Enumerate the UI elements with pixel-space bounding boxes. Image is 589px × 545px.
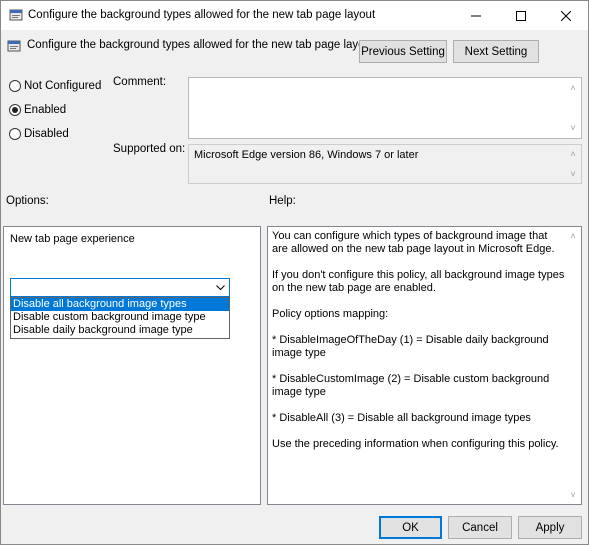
maximize-icon xyxy=(515,10,526,21)
policy-icon xyxy=(9,9,23,21)
help-scrollbar[interactable]: ˄ ˅ xyxy=(565,227,581,504)
help-pane: You can configure which types of backgro… xyxy=(267,226,582,505)
policy-title: Configure the background types allowed f… xyxy=(27,39,375,51)
minimize-button[interactable] xyxy=(453,1,498,30)
radio-disabled[interactable]: Disabled xyxy=(9,128,69,140)
help-header: Help: xyxy=(269,195,296,207)
scroll-down-icon[interactable]: ˅ xyxy=(565,166,581,182)
options-pane: New tab page experience Disable all back… xyxy=(3,226,261,505)
minimize-icon xyxy=(470,15,481,16)
radio-not-configured[interactable]: Not Configured xyxy=(9,80,101,92)
title-bar: Configure the background types allowed f… xyxy=(1,1,588,30)
radio-enabled[interactable]: Enabled xyxy=(9,104,66,116)
cancel-button[interactable]: Cancel xyxy=(448,516,512,539)
policy-dialog: Configure the background types allowed f… xyxy=(0,0,589,545)
help-text: You can configure which types of backgro… xyxy=(272,230,566,464)
scroll-down-icon[interactable]: ˅ xyxy=(565,120,581,136)
radio-label: Not Configured xyxy=(24,80,102,92)
dropdown-option-disable-custom[interactable]: Disable custom background image type xyxy=(11,311,229,324)
combobox-dropdown-list: Disable all background image types Disab… xyxy=(10,297,230,339)
help-paragraph: Policy options mapping: xyxy=(272,308,389,320)
help-paragraph: * DisableImageOfTheDay (1) = Disable dai… xyxy=(272,334,549,359)
help-paragraph: You can configure which types of backgro… xyxy=(272,230,555,255)
comment-textarea[interactable]: ˄ ˅ xyxy=(188,77,582,139)
close-button[interactable] xyxy=(543,1,588,30)
supported-on-value: Microsoft Edge version 86, Windows 7 or … xyxy=(194,149,419,161)
policy-icon xyxy=(7,40,21,52)
dropdown-option-disable-all[interactable]: Disable all background image types xyxy=(11,298,229,311)
scroll-up-icon[interactable]: ˄ xyxy=(565,228,581,244)
radio-label: Enabled xyxy=(24,104,67,116)
supported-on-label: Supported on: xyxy=(113,143,186,155)
options-header: Options: xyxy=(6,195,49,207)
supported-scrollbar[interactable]: ˄ ˅ xyxy=(565,145,581,183)
comment-scrollbar[interactable]: ˄ ˅ xyxy=(565,78,581,138)
comment-label: Comment: xyxy=(113,76,167,88)
apply-button[interactable]: Apply xyxy=(518,516,582,539)
dropdown-option-disable-daily[interactable]: Disable daily background image type xyxy=(11,324,229,337)
chevron-down-icon[interactable] xyxy=(212,279,229,296)
previous-setting-button[interactable]: Previous Setting xyxy=(359,40,447,63)
supported-on-field: Microsoft Edge version 86, Windows 7 or … xyxy=(188,144,582,184)
help-paragraph: If you don't configure this policy, all … xyxy=(272,269,565,294)
radio-button[interactable] xyxy=(9,128,21,140)
radio-label: Disabled xyxy=(24,128,69,140)
help-paragraph: * DisableCustomImage (2) = Disable custo… xyxy=(272,373,550,398)
radio-button[interactable] xyxy=(9,104,21,116)
scroll-up-icon[interactable]: ˄ xyxy=(565,146,581,162)
maximize-button[interactable] xyxy=(498,1,543,30)
help-paragraph: Use the preceding information when confi… xyxy=(272,438,559,450)
new-tab-page-experience-combobox[interactable] xyxy=(10,278,230,297)
scroll-down-icon[interactable]: ˅ xyxy=(565,487,581,503)
next-setting-button[interactable]: Next Setting xyxy=(453,40,539,63)
ok-button[interactable]: OK xyxy=(379,516,442,539)
radio-button[interactable] xyxy=(9,80,21,92)
window-title: Configure the background types allowed f… xyxy=(28,9,376,21)
new-tab-page-experience-label: New tab page experience xyxy=(10,233,135,245)
help-paragraph: * DisableAll (3) = Disable all backgroun… xyxy=(272,412,531,424)
close-icon xyxy=(560,10,571,21)
scroll-up-icon[interactable]: ˄ xyxy=(565,80,581,96)
